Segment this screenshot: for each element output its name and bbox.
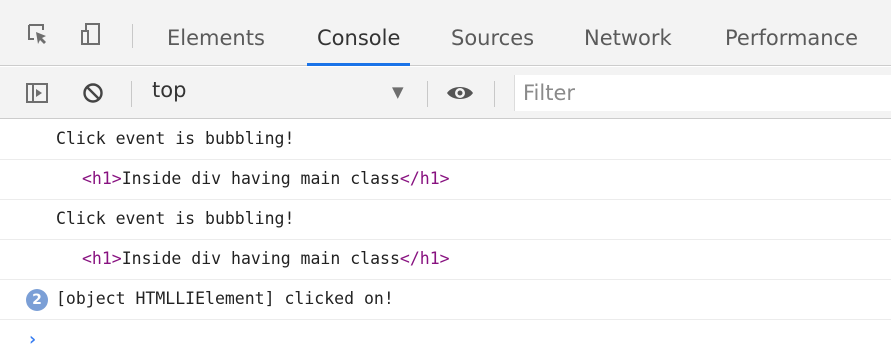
toolbar-divider [427,81,428,107]
console-toolbar: top ▼ [0,67,891,119]
console-message: Click event is bubbling! [0,200,891,240]
context-selector[interactable]: top [152,78,186,102]
close-tag: </h1> [399,249,450,268]
console-message: 2 [object HTMLLIElement] clicked on! [0,280,891,320]
node-text: Inside div having main class [121,169,400,188]
devtools-tab-bar: Elements Console Sources Network Perform… [0,0,891,66]
clear-console-icon[interactable] [82,82,104,108]
tab-network[interactable]: Network [584,0,672,66]
close-tag: </h1> [399,169,450,188]
console-prompt[interactable]: › [27,329,38,349]
toolbar-divider [132,24,133,48]
tab-performance[interactable]: Performance [725,0,858,66]
tab-sources[interactable]: Sources [451,0,534,66]
html-element-node[interactable]: <h1>Inside div having main class</h1> [82,169,450,188]
open-tag: <h1> [82,169,122,188]
log-text: Click event is bubbling! [56,209,295,228]
toolbar-divider [131,81,132,107]
log-text: [object HTMLLIElement] clicked on! [56,289,394,308]
dropdown-arrow-icon[interactable]: ▼ [392,83,404,101]
filter-input[interactable] [514,75,891,111]
console-message: <h1>Inside div having main class</h1> [0,240,891,280]
inspect-element-icon[interactable] [26,22,50,46]
open-tag: <h1> [82,249,122,268]
console-message: <h1>Inside div having main class</h1> [0,160,891,200]
tab-console[interactable]: Console [306,0,411,66]
toolbar-divider [494,81,495,107]
repeat-count-badge: 2 [26,289,48,311]
log-text: Click event is bubbling! [56,129,295,148]
html-element-node[interactable]: <h1>Inside div having main class</h1> [82,249,450,268]
device-toggle-icon[interactable] [80,22,104,46]
node-text: Inside div having main class [121,249,400,268]
eye-icon[interactable] [446,83,474,107]
tab-elements[interactable]: Elements [167,0,265,66]
console-message: Click event is bubbling! [0,120,891,160]
sidebar-toggle-icon[interactable] [26,82,48,108]
console-output: Click event is bubbling! <h1>Inside div … [0,120,891,349]
